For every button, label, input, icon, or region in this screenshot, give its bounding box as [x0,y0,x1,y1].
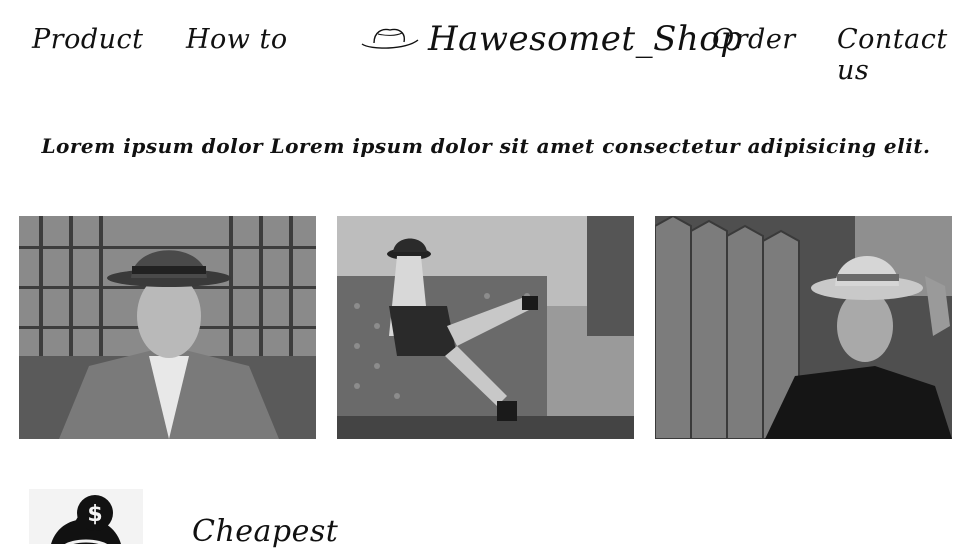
nav-link-how-to[interactable]: How to [186,24,288,55]
brand-title: Hawesomet_Shop [428,19,743,59]
nav-link-contact-us[interactable]: Contact us [837,24,972,86]
main-nav: Product How to Hawesomet_Shop Order Cont… [0,0,972,92]
nav-link-order[interactable]: Order [712,24,796,55]
hat-icon [360,22,420,56]
svg-text:$: $ [87,502,102,527]
money-bag-dollar-icon: $ [29,489,143,544]
gallery-photo-man-fedora [19,216,316,439]
gallery-photo-man-cowboy-hat [655,216,952,439]
nav-link-product[interactable]: Product [32,24,143,55]
hero-tagline: Lorem ipsum dolor Lorem ipsum dolor sit … [41,134,931,158]
gallery-photo-woman-sofa [337,216,634,439]
brand-logo[interactable]: Hawesomet_Shop [360,14,743,64]
photo-gallery [19,216,952,439]
